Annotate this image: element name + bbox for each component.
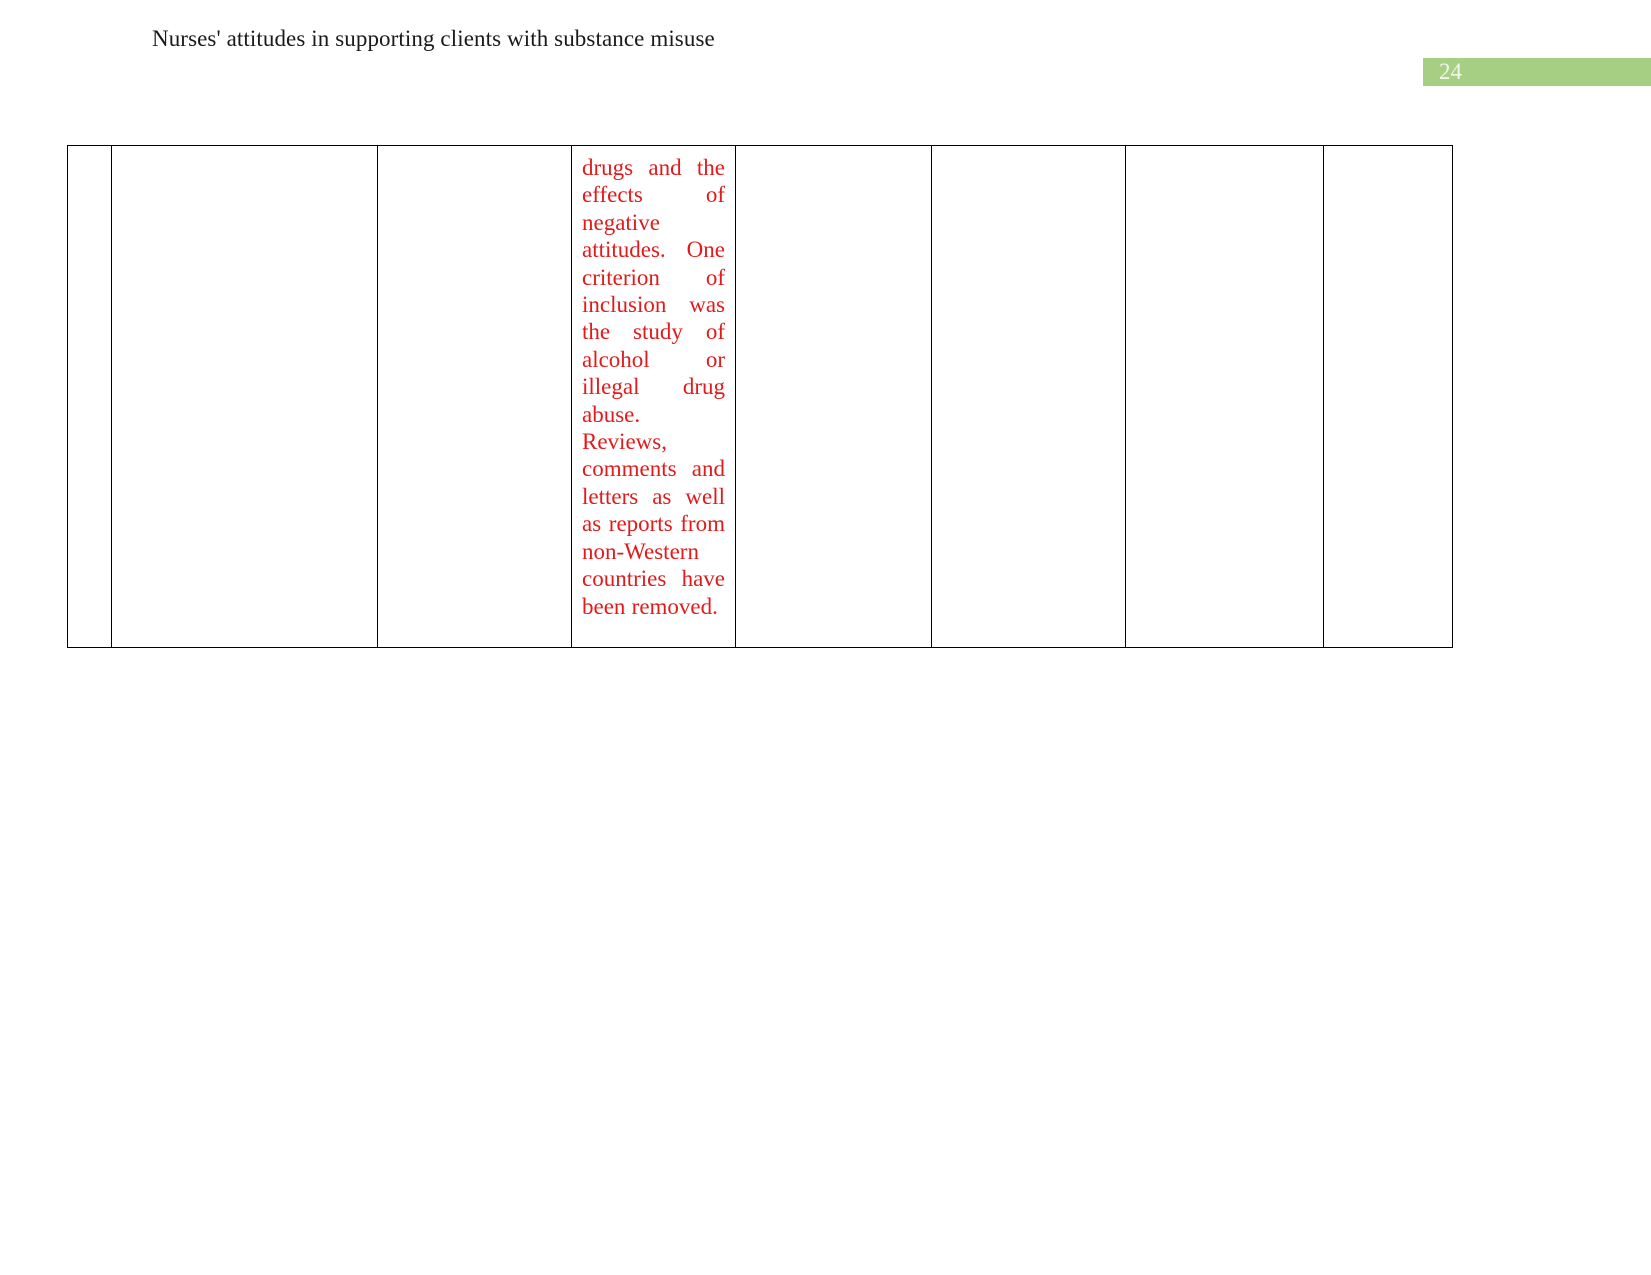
page-running-header: Nurses' attitudes in supporting clients …: [152, 26, 715, 51]
table-cell-a: [67, 145, 112, 648]
table-cell-b: [111, 145, 378, 648]
continuation-text-block: drugs and the effects of negative attitu…: [572, 146, 735, 628]
table-cell-c: [377, 145, 572, 648]
table-row: drugs and the effects of negative attitu…: [67, 145, 1453, 648]
table-cell-h: [1323, 145, 1453, 648]
continuation-paragraph-2: Reviews, comments and letters as well as…: [582, 429, 725, 619]
table-cell-e: [735, 145, 932, 648]
page-number-badge: 24: [1423, 58, 1651, 86]
continuation-paragraph-1: drugs and the effects of negative attitu…: [582, 155, 725, 427]
continuation-table: drugs and the effects of negative attitu…: [67, 145, 1453, 648]
table-cell-g: [1125, 145, 1324, 648]
table-cell-d-continuation: drugs and the effects of negative attitu…: [571, 145, 736, 648]
table-cell-f: [931, 145, 1126, 648]
page-number-value: 24: [1439, 59, 1462, 84]
